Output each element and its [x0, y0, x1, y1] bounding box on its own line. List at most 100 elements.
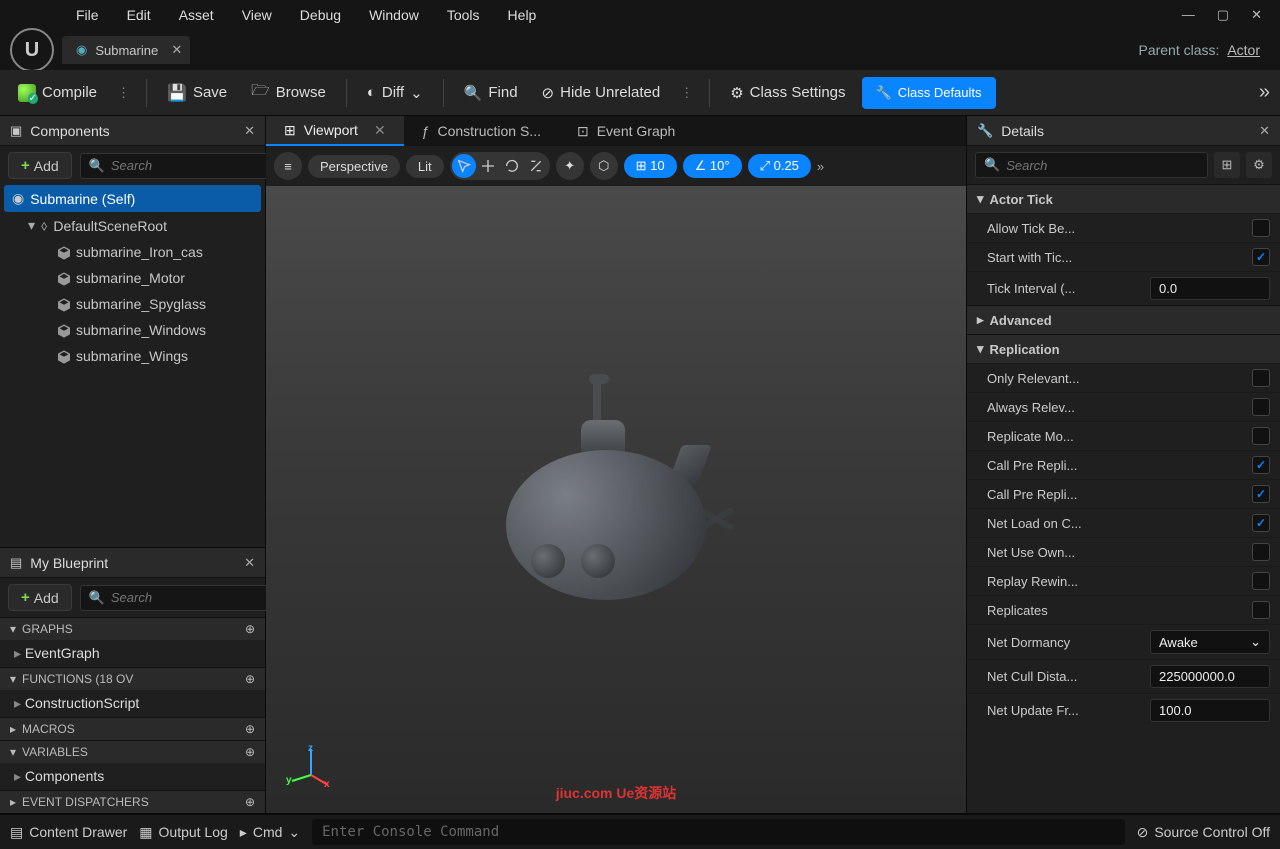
- component-item[interactable]: submarine_Iron_cas: [0, 239, 265, 265]
- checkbox[interactable]: [1252, 485, 1270, 503]
- scale-snap-button[interactable]: ⤢ 0.25: [748, 154, 811, 178]
- menu-debug[interactable]: Debug: [286, 3, 355, 27]
- component-item[interactable]: submarine_Spyglass: [0, 291, 265, 317]
- overflow-icon[interactable]: »: [817, 159, 824, 174]
- compile-button[interactable]: Compile: [10, 78, 105, 108]
- expand-icon[interactable]: ▸: [10, 795, 16, 809]
- bp-section-header[interactable]: ▾ FUNCTIONS (18 OV⊕: [0, 667, 265, 690]
- diff-button[interactable]: ◐ Diff ⌄: [359, 78, 431, 108]
- output-log-button[interactable]: ▦ Output Log: [139, 824, 228, 841]
- save-button[interactable]: 💾 Save: [159, 77, 235, 109]
- bp-section-header[interactable]: ▸ EVENT DISPATCHERS⊕: [0, 790, 265, 813]
- bp-section-header[interactable]: ▾ VARIABLES⊕: [0, 740, 265, 763]
- viewport-menu-icon[interactable]: ≡: [274, 152, 302, 180]
- tab-close-icon[interactable]: ✕: [374, 122, 386, 139]
- compile-options-icon[interactable]: ⋮: [113, 85, 134, 101]
- add-icon[interactable]: ⊕: [245, 672, 255, 686]
- parent-class-link[interactable]: Actor: [1227, 42, 1260, 58]
- tab-construction-s-[interactable]: ƒ Construction S...: [404, 116, 559, 146]
- grid-snap-button[interactable]: ⊞ 10: [624, 154, 677, 178]
- expand-icon[interactable]: ▾: [977, 191, 984, 207]
- add-icon[interactable]: ⊕: [245, 795, 255, 809]
- minimize-icon[interactable]: —: [1182, 7, 1195, 23]
- surface-snap-icon[interactable]: ⬡: [590, 152, 618, 180]
- detail-section-header[interactable]: ▾ Replication: [967, 334, 1280, 363]
- console-input[interactable]: Enter Console Command: [312, 819, 1124, 845]
- checkbox[interactable]: [1252, 543, 1270, 561]
- viewport[interactable]: zyx jiuc.com Ue资源站: [266, 186, 966, 813]
- bp-item[interactable]: ▸ ConstructionScript: [0, 690, 265, 717]
- panel-close-icon[interactable]: ✕: [244, 555, 255, 571]
- checkbox[interactable]: [1252, 572, 1270, 590]
- details-panel-tab[interactable]: 🔧 Details ✕: [967, 116, 1280, 146]
- detail-section-header[interactable]: ▾ Actor Tick: [967, 184, 1280, 213]
- source-control-button[interactable]: ⊘ Source Control Off: [1137, 824, 1270, 841]
- coord-space-icon[interactable]: ✦: [556, 152, 584, 180]
- menu-view[interactable]: View: [228, 3, 286, 27]
- add-icon[interactable]: ⊕: [245, 622, 255, 636]
- overflow-icon[interactable]: »: [1259, 81, 1270, 104]
- bp-section-header[interactable]: ▾ GRAPHS⊕: [0, 617, 265, 640]
- dropdown[interactable]: Awake⌄: [1150, 630, 1270, 654]
- checkbox[interactable]: [1252, 369, 1270, 387]
- component-item[interactable]: submarine_Windows: [0, 317, 265, 343]
- menu-file[interactable]: File: [62, 3, 113, 27]
- maximize-icon[interactable]: ▢: [1217, 7, 1229, 23]
- content-drawer-button[interactable]: ▤ Content Drawer: [10, 824, 127, 841]
- expand-icon[interactable]: ▾: [10, 622, 16, 636]
- add-component-button[interactable]: + Add: [8, 152, 72, 179]
- add-icon[interactable]: ⊕: [245, 745, 255, 759]
- expand-icon[interactable]: ▸: [10, 722, 16, 736]
- checkbox[interactable]: [1252, 427, 1270, 445]
- checkbox[interactable]: [1252, 398, 1270, 416]
- expand-icon[interactable]: ▾: [977, 341, 984, 357]
- components-search-input[interactable]: [111, 158, 289, 173]
- cmd-selector[interactable]: ▸ Cmd ⌄: [240, 824, 300, 841]
- hide-unrelated-button[interactable]: ⊘ Hide Unrelated: [534, 78, 669, 108]
- myblueprint-panel-tab[interactable]: ▤ My Blueprint ✕: [0, 548, 265, 578]
- component-item[interactable]: submarine_Motor: [0, 265, 265, 291]
- checkbox[interactable]: [1252, 601, 1270, 619]
- number-input[interactable]: [1150, 699, 1270, 722]
- expand-icon[interactable]: ▸: [977, 312, 984, 328]
- checkbox[interactable]: [1252, 456, 1270, 474]
- tab-close-icon[interactable]: ✕: [171, 42, 182, 58]
- perspective-button[interactable]: Perspective: [308, 155, 400, 178]
- close-icon[interactable]: ✕: [1251, 7, 1262, 23]
- menu-help[interactable]: Help: [494, 3, 551, 27]
- number-input[interactable]: [1150, 277, 1270, 300]
- blueprint-search-input[interactable]: [111, 590, 289, 605]
- component-item[interactable]: ▾ ⬨ DefaultSceneRoot: [0, 212, 265, 239]
- panel-close-icon[interactable]: ✕: [244, 123, 255, 139]
- scale-tool-icon[interactable]: [524, 154, 548, 178]
- panel-close-icon[interactable]: ✕: [1259, 123, 1270, 139]
- checkbox[interactable]: [1252, 514, 1270, 532]
- advanced-section[interactable]: ▸ Advanced: [967, 305, 1280, 334]
- browse-button[interactable]: 🗁 Browse: [243, 74, 334, 111]
- gear-icon[interactable]: ⚙: [1246, 152, 1272, 178]
- class-settings-button[interactable]: ⚙ Class Settings: [722, 78, 853, 108]
- add-icon[interactable]: ⊕: [245, 722, 255, 736]
- find-button[interactable]: 🔍 Find: [456, 78, 526, 108]
- tab-viewport[interactable]: ⊞ Viewport✕: [266, 116, 404, 146]
- asset-tab[interactable]: ◉ Submarine ✕: [62, 36, 190, 64]
- number-input[interactable]: [1150, 665, 1270, 688]
- details-search[interactable]: 🔍: [975, 152, 1208, 178]
- details-search-input[interactable]: [1006, 158, 1199, 173]
- angle-snap-button[interactable]: ∠ 10°: [683, 154, 742, 178]
- menu-tools[interactable]: Tools: [433, 3, 494, 27]
- property-matrix-icon[interactable]: ⊞: [1214, 152, 1240, 178]
- menu-window[interactable]: Window: [355, 3, 433, 27]
- bp-section-header[interactable]: ▸ MACROS⊕: [0, 717, 265, 740]
- components-panel-tab[interactable]: ▣ Components ✕: [0, 116, 265, 146]
- bp-item[interactable]: ▸ EventGraph: [0, 640, 265, 667]
- select-tool-icon[interactable]: [452, 154, 476, 178]
- bp-item[interactable]: ▸ Components: [0, 763, 265, 790]
- translate-tool-icon[interactable]: [476, 154, 500, 178]
- menu-edit[interactable]: Edit: [113, 3, 165, 27]
- tab-event-graph[interactable]: ⊡ Event Graph: [559, 116, 693, 146]
- expand-icon[interactable]: ▾: [10, 672, 16, 686]
- expand-icon[interactable]: ▾: [28, 217, 35, 234]
- lit-button[interactable]: Lit: [406, 155, 444, 178]
- hide-options-icon[interactable]: ⋮: [676, 85, 697, 101]
